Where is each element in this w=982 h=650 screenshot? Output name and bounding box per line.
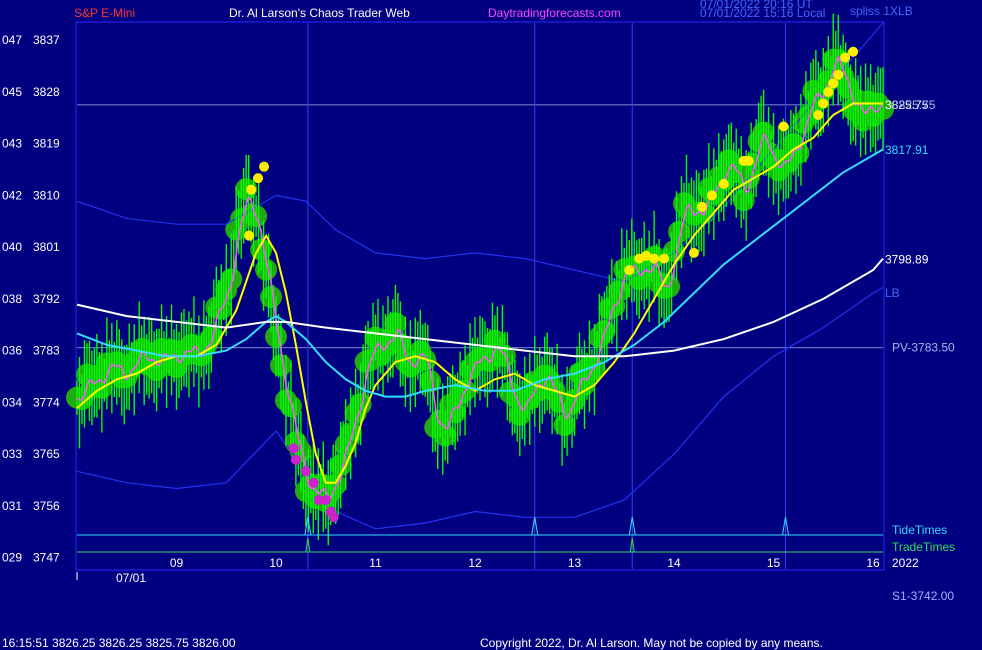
yellow-dot — [259, 161, 270, 172]
right-series-label: 3798.89 — [885, 252, 929, 266]
y-tick-left: 029 — [2, 551, 22, 565]
y-tick-value: 3810 — [33, 188, 60, 202]
yellow-dot — [246, 184, 257, 195]
y-tick-left: 038 — [2, 292, 22, 306]
yellow-dot — [818, 98, 829, 109]
chart-title: Dr. Al Larson's Chaos Trader Web — [229, 6, 410, 20]
y-tick-value: 3819 — [33, 137, 60, 151]
y-tick-value: 3801 — [33, 240, 60, 254]
y-tick-value: 3783 — [33, 344, 60, 358]
yellow-dot — [253, 173, 264, 184]
hline-label: PV-3783.50 — [892, 341, 955, 355]
yellow-dot — [813, 109, 824, 120]
y-tick-left: 042 — [2, 188, 22, 202]
yellow-dot — [706, 190, 717, 201]
x-tick-label: 09 — [170, 556, 184, 570]
chart-canvas: 047 3837 045 3828 043 3819 042 3810 040 3801 038 37… — [0, 0, 982, 650]
right-series-label: 3817.91 — [885, 143, 929, 157]
local-time: 07/01/2022 15:16 Local — [700, 6, 825, 20]
year-label: 2022 — [892, 556, 919, 570]
date-label: 07/01 — [116, 571, 146, 585]
x-tick-label: 16 — [866, 556, 880, 570]
yellow-dot — [823, 86, 834, 97]
y-tick-left: 036 — [2, 344, 22, 358]
magenta-dot — [290, 454, 301, 465]
trade-times-label: TradeTimes — [892, 540, 955, 554]
y-tick-left: 040 — [2, 240, 22, 254]
x-tick-label: 12 — [468, 556, 482, 570]
site-link[interactable]: Daytradingforecasts.com — [488, 6, 621, 20]
yellow-dot — [848, 46, 859, 57]
magenta-dot — [300, 466, 311, 477]
yellow-dot — [624, 265, 635, 276]
x-tick-label: 11 — [369, 556, 382, 570]
s1-label: S1-3742.00 — [892, 589, 954, 603]
x-tick-label: 13 — [568, 556, 582, 570]
right-series-label: LB — [885, 286, 900, 300]
x-tick-label: 14 — [667, 556, 681, 570]
yellow-dot — [244, 230, 255, 241]
y-tick-value: 3747 — [33, 551, 60, 565]
x-tick-label: 15 — [767, 556, 781, 570]
y-tick-value: 3765 — [33, 447, 60, 461]
y-tick-value: 3792 — [33, 292, 60, 306]
magenta-dot — [328, 512, 339, 523]
yellow-dot — [743, 155, 754, 166]
yellow-dot — [828, 78, 839, 89]
yellow-dot — [833, 69, 844, 80]
yellow-dot — [649, 253, 660, 264]
y-tick-value: 3828 — [33, 85, 60, 99]
y-tick-value: 3756 — [33, 499, 60, 513]
y-tick-value: 3774 — [33, 395, 60, 409]
y-tick-left: 045 — [2, 85, 22, 99]
x-tick-label: 10 — [269, 556, 283, 570]
yellow-dot — [696, 201, 707, 212]
y-tick-value: 3837 — [33, 33, 60, 47]
chart-tag: spliss 1XLB — [850, 4, 913, 18]
yellow-dot — [778, 121, 789, 132]
magenta-dot — [308, 477, 319, 488]
yellow-dot — [688, 247, 699, 258]
quote-line: 16:15:51 3826.25 3826.25 3825.75 3826.00 — [2, 636, 236, 650]
magenta-dot — [288, 443, 299, 454]
yellow-dot — [718, 178, 729, 189]
y-tick-left: 034 — [2, 395, 22, 409]
y-tick-left: 043 — [2, 137, 22, 151]
hline-label: 3825.75 — [892, 98, 936, 112]
copyright: Copyright 2022, Dr. Al Larson. May not b… — [480, 636, 823, 650]
y-tick-left: 031 — [2, 499, 22, 513]
symbol-title: S&P E-Mini — [74, 6, 135, 20]
tide-times-label: TideTimes — [892, 523, 947, 537]
yellow-dot — [659, 253, 670, 264]
magenta-dot — [320, 495, 331, 506]
y-tick-left: 033 — [2, 447, 22, 461]
y-tick-left: 047 — [2, 33, 22, 47]
